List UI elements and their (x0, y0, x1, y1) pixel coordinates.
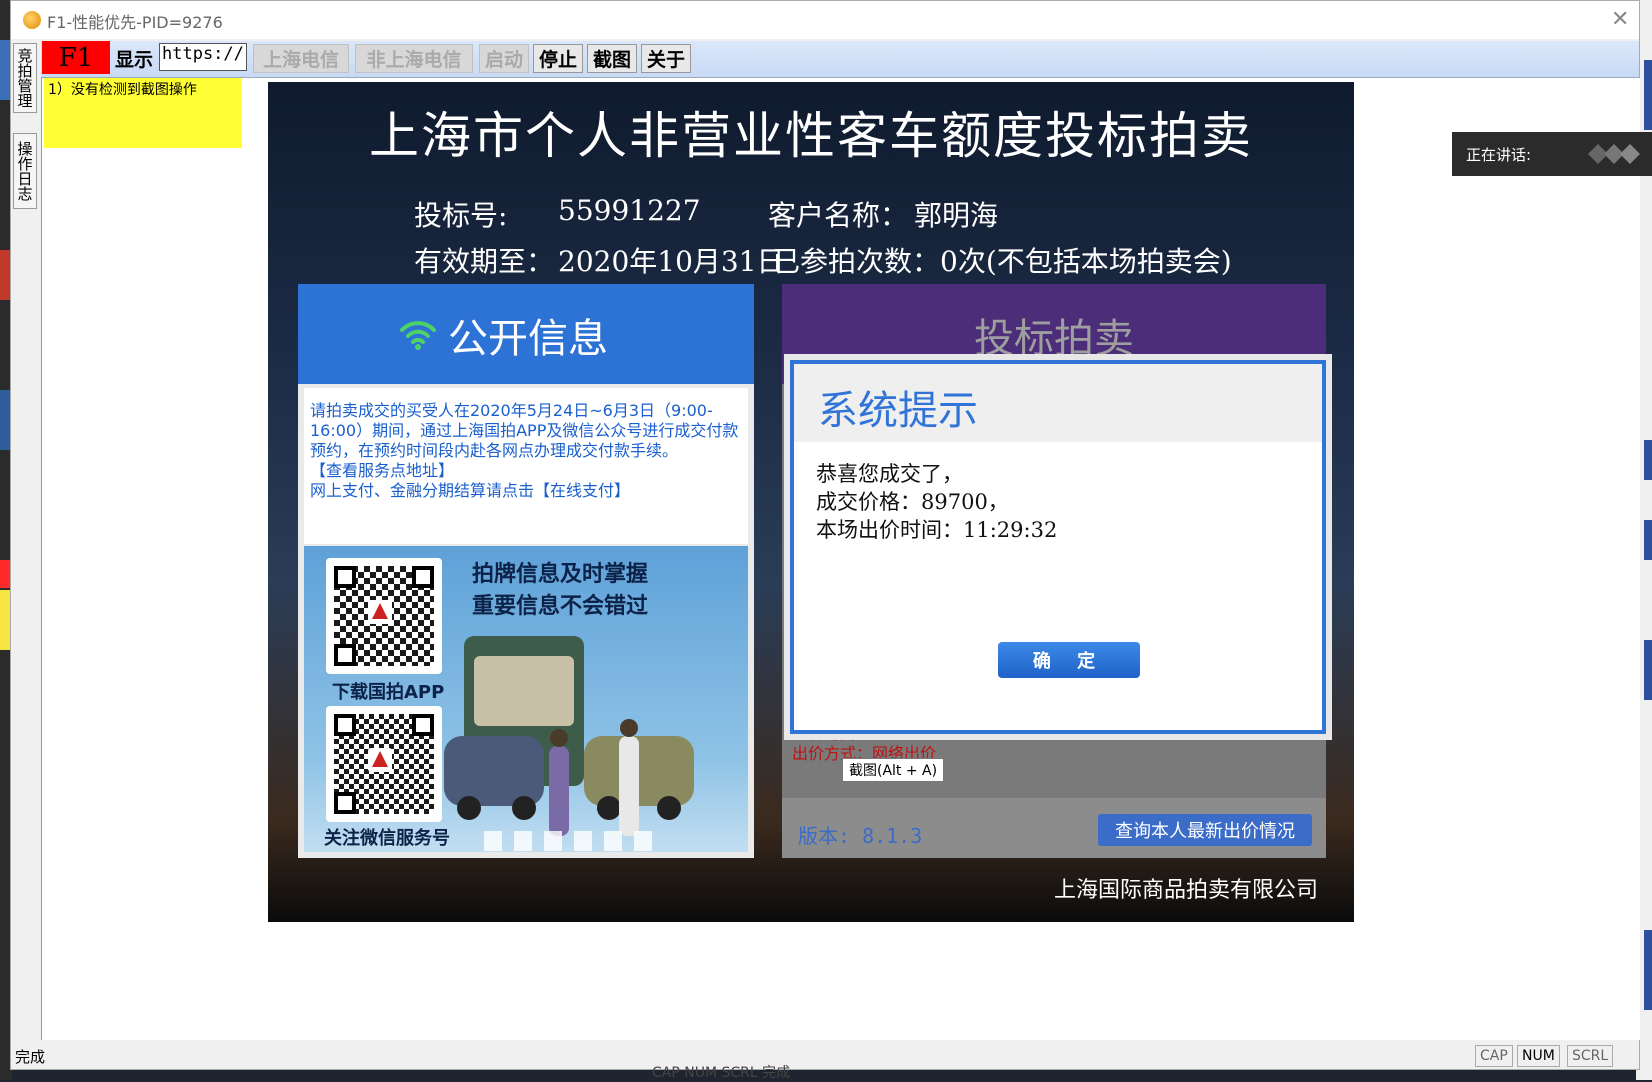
promo-slogan-2: 重要信息不会错过 (472, 594, 649, 619)
auction-title: 上海市个人非营业性客车额度投标拍卖 (369, 107, 1253, 165)
system-prompt-dialog: 系统提示 恭喜您成交了， 成交价格：89700， 本场出价时间：11:29:32… (790, 360, 1326, 734)
cap-indicator: CAP (1475, 1045, 1513, 1067)
dialog-header: 系统提示 (794, 364, 1322, 442)
non-sh-telecom-button[interactable]: 非上海电信 (355, 44, 473, 73)
stop-button[interactable]: 停止 (533, 44, 583, 73)
notice-text: 请拍卖成交的买受人在2020年5月24日~6月3日（9:00-16:00）期间，… (310, 401, 740, 501)
customer-name: 郭明海 (914, 199, 999, 232)
screenshot-tooltip: 截图(Alt + A) (842, 758, 945, 782)
public-info-header: 公开信息 (298, 284, 754, 384)
bidding-title: 投标拍卖 (974, 316, 1134, 362)
service-address-link[interactable]: 【查看服务点地址】 (310, 461, 454, 480)
query-latest-bid-button[interactable]: 查询本人最新出价情况 (1098, 814, 1312, 846)
auction-page: 上海市个人非营业性客车额度投标拍卖 投标号: 55991227 客户名称： 郭明… (268, 82, 1354, 922)
dialog-title: 系统提示 (818, 388, 978, 434)
speaking-overlay: 正在讲话: (1452, 132, 1652, 176)
street-illustration (444, 636, 694, 851)
app-qr-code (326, 558, 442, 674)
tab-operation-log[interactable]: 操作日志 (13, 133, 37, 209)
valid-label: 有效期至： (414, 245, 555, 278)
valid-date: 2020年10月31日 (558, 245, 785, 278)
promo-slogan-1: 拍牌信息及时掌握 (472, 562, 649, 587)
background-window-status: CAP NUM SCRL 完成 (652, 1065, 791, 1081)
log-line: 1）没有检测到截图操作 (48, 82, 197, 98)
notice-main: 请拍卖成交的买受人在2020年5月24日~6月3日（9:00-16:00）期间，… (310, 401, 739, 460)
log-panel: 1）没有检测到截图操作 (44, 78, 242, 148)
app-window: F1-性能优先-PID=9276 ✕ 竞拍管理 操作日志 F1 显示 https… (10, 0, 1640, 1070)
about-button[interactable]: 关于 (641, 44, 691, 73)
speaking-label: 正在讲话: (1466, 146, 1532, 164)
f1-badge: F1 (42, 41, 110, 74)
window-title: F1-性能优先-PID=9276 (47, 13, 223, 32)
num-indicator: NUM (1517, 1045, 1560, 1067)
wifi-icon (400, 321, 436, 350)
url-input[interactable]: https:// (159, 43, 247, 71)
scrl-indicator: SCRL (1567, 1045, 1614, 1067)
dialog-message: 恭喜您成交了， 成交价格：89700， 本场出价时间：11:29:32 (816, 460, 1057, 544)
dialog-msg-line-2: 成交价格：89700， (816, 490, 1009, 514)
screenshot-button[interactable]: 截图 (587, 44, 637, 73)
company-name: 上海国际商品拍卖有限公司 (1053, 878, 1318, 903)
wechat-qr-code (326, 706, 442, 822)
close-icon[interactable]: ✕ (1611, 7, 1629, 32)
show-label: 显示 (114, 49, 153, 71)
dialog-msg-line-3: 本场出价时间：11:29:32 (816, 518, 1058, 542)
status-text: 完成 (15, 1048, 46, 1066)
content-area: 1）没有检测到截图操作 上海市个人非营业性客车额度投标拍卖 投标号: 55991… (41, 78, 1640, 1040)
public-info-panel: 公开信息 请拍卖成交的买受人在2020年5月24日~6月3日（9:00-16:0… (298, 284, 754, 858)
customer-label: 客户名称： (768, 199, 909, 232)
promo-banner: 下载国拍APP 关注微信服务号 拍牌信息及时掌握 重要信息不会错过 (304, 546, 748, 852)
title-bar: F1-性能优先-PID=9276 ✕ (11, 1, 1639, 39)
toolbar: F1 显示 https:// 上海电信 非上海电信 启动 停止 截图 关于 (41, 41, 1639, 78)
version-label: 版本: 8.1.3 (798, 824, 923, 848)
app-icon (23, 11, 41, 29)
public-info-title: 公开信息 (448, 316, 608, 362)
dialog-msg-line-1: 恭喜您成交了， (816, 462, 963, 486)
sh-telecom-button[interactable]: 上海电信 (253, 44, 349, 73)
start-button[interactable]: 启动 (479, 44, 529, 73)
attempt-count: 已参拍次数：0次(不包括本场拍卖会) (772, 245, 1232, 278)
online-pay-link[interactable]: 网上支付、金融分期结算请点击【在线支付】 (310, 481, 630, 500)
ok-button[interactable]: 确 定 (998, 642, 1140, 678)
bid-no-label: 投标号: (414, 199, 508, 232)
qr2-caption: 关注微信服务号 (324, 828, 450, 849)
qr1-caption: 下载国拍APP (332, 682, 445, 703)
status-bar: 完成 CAP NUM SCRL (11, 1041, 1639, 1069)
tab-bid-management[interactable]: 竞拍管理 (13, 43, 37, 113)
audio-wave-icon (1588, 144, 1640, 164)
bid-no-value: 55991227 (558, 194, 701, 227)
side-tabs: 竞拍管理 操作日志 (11, 41, 39, 221)
